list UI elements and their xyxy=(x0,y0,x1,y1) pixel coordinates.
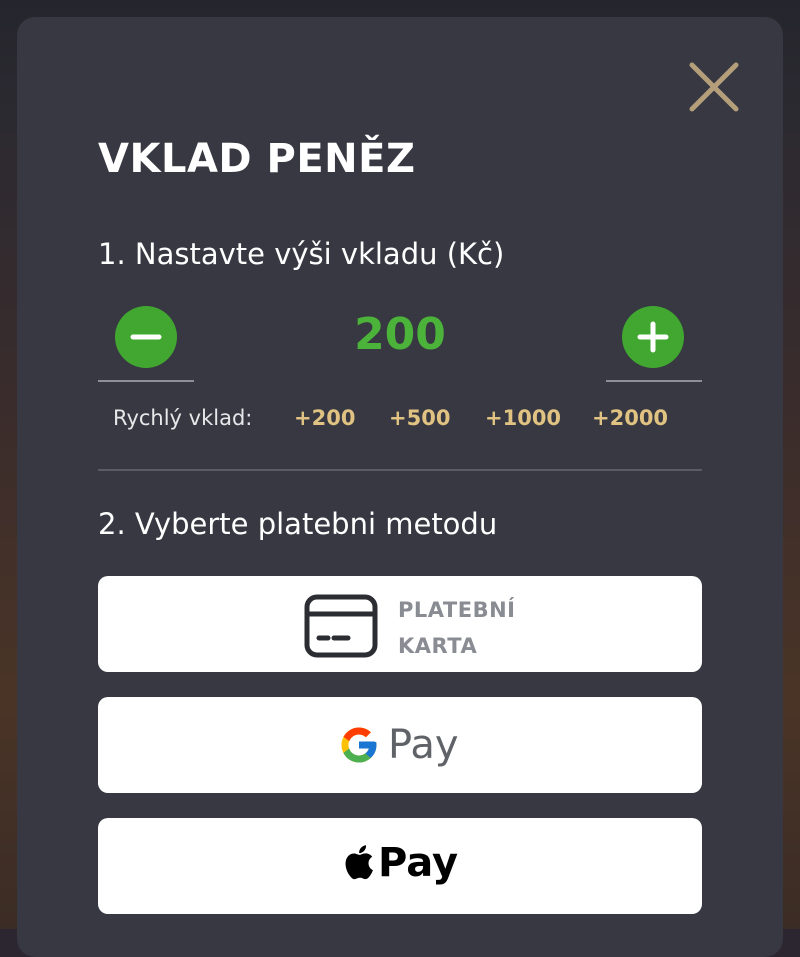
decrease-underline xyxy=(98,380,194,382)
quick-deposit-1000[interactable]: +1000 xyxy=(485,404,561,432)
increase-underline xyxy=(606,380,702,382)
google-g-icon xyxy=(341,727,377,763)
close-icon xyxy=(689,62,739,112)
payment-method-google-pay[interactable]: Pay xyxy=(98,697,702,793)
close-button[interactable] xyxy=(688,61,740,113)
increase-amount-button[interactable] xyxy=(622,306,684,368)
quick-deposit-200[interactable]: +200 xyxy=(294,404,355,432)
payment-method-card[interactable]: PLATEBNÍ KARTA xyxy=(98,576,702,672)
card-label-line2: KARTA xyxy=(398,634,478,658)
card-label-line1: PLATEBNÍ xyxy=(398,598,516,622)
apple-pay-label: Pay xyxy=(378,840,459,886)
google-pay-label: Pay xyxy=(388,722,459,768)
deposit-amount[interactable]: 200 xyxy=(300,307,500,363)
section-divider xyxy=(98,469,702,471)
minus-icon xyxy=(130,334,162,340)
apple-icon xyxy=(345,845,373,880)
quick-deposit-label: Rychlý vklad: xyxy=(113,406,253,430)
card-label: PLATEBNÍ KARTA xyxy=(398,592,598,664)
credit-card-icon xyxy=(304,594,378,658)
quick-deposit-500[interactable]: +500 xyxy=(389,404,450,432)
plus-icon xyxy=(637,321,669,353)
amount-step-heading: 1. Nastavte výši vkladu (Kč) xyxy=(98,237,505,271)
modal-title: VKLAD PENĚZ xyxy=(98,136,416,182)
method-step-heading: 2. Vyberte platebni metodu xyxy=(98,507,498,541)
quick-deposit-2000[interactable]: +2000 xyxy=(592,404,668,432)
decrease-amount-button[interactable] xyxy=(115,306,177,368)
payment-method-apple-pay[interactable]: Pay xyxy=(98,818,702,914)
